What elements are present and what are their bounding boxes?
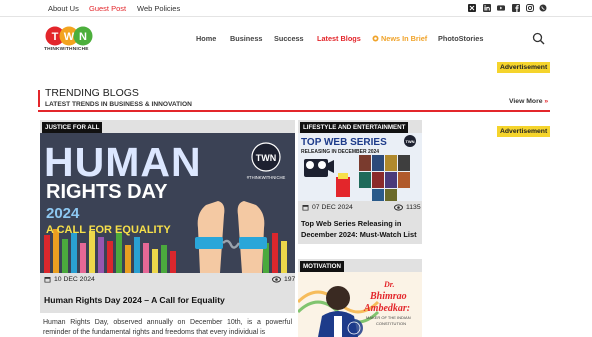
side-blog-title-1[interactable]: Top Web Series Releasing in December 202… (301, 218, 419, 240)
image-web-series-sub: RELEASING IN DECEMBER 2024 (301, 149, 379, 155)
post-date-text: 10 DEC 2024 (54, 276, 95, 283)
nav-business[interactable]: Business (230, 34, 262, 43)
image-title-ambedkar: Ambedkar: (363, 303, 410, 314)
trending-accent-bar (38, 90, 40, 107)
category-tag[interactable]: JUSTICE FOR ALL (42, 122, 103, 133)
calendar-icon (302, 205, 309, 211)
trending-title: TRENDING BLOGS (45, 87, 139, 99)
image-headline-human: HUMAN (44, 139, 202, 185)
main-blog-card[interactable]: JUSTICE FOR ALL HUMAN RIGHTS DAY 2024 A … (40, 120, 295, 337)
guest-post-link[interactable]: Guest Post (89, 4, 126, 13)
post-views: 1135 (394, 204, 421, 211)
calendar-icon (44, 277, 51, 283)
nav-home[interactable]: Home (196, 34, 216, 43)
youtube-icon[interactable] (497, 4, 505, 12)
main-blog-title[interactable]: Human Rights Day 2024 – A Call for Equal… (44, 295, 225, 305)
view-more-label: View More (509, 98, 543, 105)
view-more-link[interactable]: View More » (509, 98, 548, 105)
site-logo[interactable]: T W N THINKWITHNICHE (44, 25, 94, 57)
nav-photostories[interactable]: PhotoStories (438, 34, 483, 43)
trending-divider (38, 110, 550, 112)
image-subtitle-maker: MAKER OF THE INDIAN (366, 315, 411, 320)
facebook-icon[interactable] (512, 4, 520, 12)
x-icon[interactable] (468, 4, 476, 12)
eye-icon (394, 204, 403, 211)
nav-news-in-brief-label: News In Brief (381, 34, 428, 43)
image-badge-twn: TWN (256, 153, 277, 163)
human-rights-illustration: HUMAN RIGHTS DAY 2024 A CALL FOR EQUALIT… (40, 133, 295, 273)
advertisement-side[interactable]: Advertisement (497, 126, 551, 137)
post-views-count: 1135 (406, 204, 421, 211)
view-more-arrow-icon: » (544, 98, 549, 105)
category-tag[interactable]: MOTIVATION (300, 261, 344, 272)
logo-letter-n: N (79, 31, 87, 43)
nav-latest-blogs[interactable]: Latest Blogs (317, 34, 361, 43)
advertisement-top[interactable]: Advertisement (497, 62, 551, 73)
post-date-text: 07 DEC 2024 (312, 204, 353, 211)
image-badge-hashtag: #THINKWITHNICHE (247, 175, 286, 180)
logo-circles-icon: T W N (45, 26, 93, 46)
category-tag[interactable]: LIFESTYLE AND ENTERTAINMENT (300, 122, 409, 133)
side-blog-card-1[interactable]: LIFESTYLE AND ENTERTAINMENT TOP WEB SERI… (298, 120, 422, 244)
post-views: 197 (272, 276, 295, 283)
eye-icon (272, 276, 281, 283)
trending-subtitle: LATEST TRENDS IN BUSINESS & INNOVATION (45, 101, 192, 108)
nav-success[interactable]: Success (274, 34, 304, 43)
image-subtitle-constitution: CONSTITUTION (376, 321, 406, 326)
side-blog-card-2[interactable]: MOTIVATION Dr. Bhimrao Ambedkar: MAKER O… (298, 259, 422, 337)
post-date: 07 DEC 2024 (302, 204, 353, 211)
logo-letter-t: T (52, 31, 59, 43)
image-headline-year: 2024 (46, 205, 80, 222)
image-headline-call: A CALL FOR EQUALITY (46, 224, 171, 236)
post-date: 10 DEC 2024 (44, 276, 95, 283)
logo-letter-w: W (64, 31, 75, 43)
main-blog-excerpt: Human Rights Day, observed annually on D… (40, 313, 295, 337)
post-views-count: 197 (284, 276, 296, 283)
linkedin-icon[interactable] (483, 4, 491, 12)
search-icon[interactable] (532, 32, 545, 45)
ambedkar-illustration: Dr. Bhimrao Ambedkar: MAKER OF THE INDIA… (298, 272, 422, 337)
page: About Us Guest Post Web Policies T W N T… (0, 0, 592, 337)
image-badge-twn: TWN (405, 139, 414, 144)
side-blog-image-2[interactable]: Dr. Bhimrao Ambedkar: MAKER OF THE INDIA… (298, 272, 422, 337)
web-policies-link[interactable]: Web Policies (137, 4, 180, 13)
nav-news-in-brief[interactable]: News In Brief (372, 34, 427, 43)
image-title-bhimrao: Bhimrao (369, 291, 407, 302)
instagram-icon[interactable] (526, 4, 534, 12)
sun-icon (372, 35, 379, 42)
image-title-dr: Dr. (383, 280, 394, 289)
image-web-series-title: TOP WEB SERIES (301, 137, 387, 148)
logo-tagline: THINKWITHNICHE (44, 47, 89, 52)
side-blog-image-1[interactable]: TOP WEB SERIES RELEASING IN DECEMBER 202… (298, 133, 422, 201)
whatsapp-icon[interactable] (539, 4, 547, 12)
top-bar: About Us Guest Post Web Policies (0, 0, 592, 17)
image-headline-rights-day: RIGHTS DAY (46, 181, 168, 203)
about-us-link[interactable]: About Us (48, 4, 79, 13)
main-blog-image[interactable]: HUMAN RIGHTS DAY 2024 A CALL FOR EQUALIT… (40, 133, 295, 273)
web-series-illustration: TOP WEB SERIES RELEASING IN DECEMBER 202… (298, 133, 422, 201)
